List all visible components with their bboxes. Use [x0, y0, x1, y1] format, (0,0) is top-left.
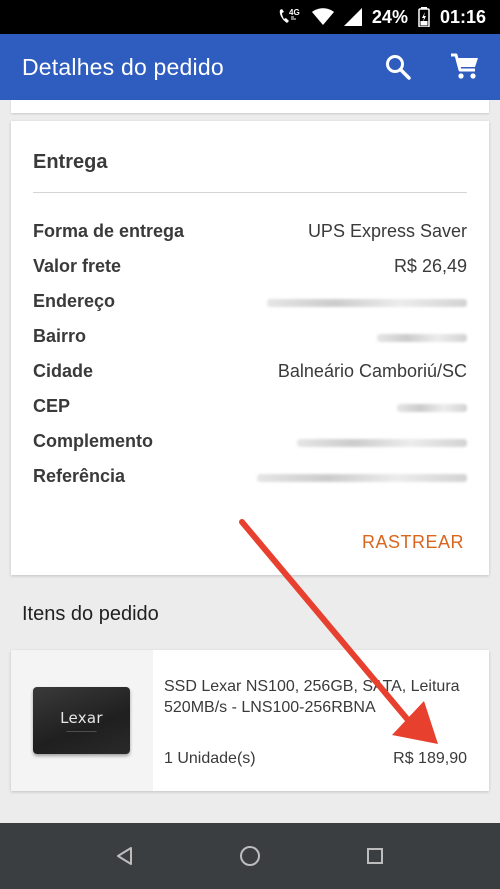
delivery-row-district: Bairro: [33, 322, 467, 350]
recents-button[interactable]: [360, 841, 390, 871]
network-type: 4G: [289, 8, 300, 17]
product-price: R$ 189,90: [393, 750, 467, 767]
ssd-image: Lexar ——————: [33, 687, 130, 754]
delivery-row-city: Cidade Balneário Camboriú/SC: [33, 357, 467, 385]
search-icon: [386, 55, 411, 80]
app-bar: Detalhes do pedido: [0, 34, 500, 100]
battery-percent: 24%: [371, 6, 408, 27]
product-image: Lexar ——————: [11, 650, 153, 791]
delivery-row-reference: Referência: [33, 462, 467, 490]
redacted-value: [297, 431, 467, 452]
search-button[interactable]: [380, 49, 416, 85]
redacted-value: [267, 291, 467, 312]
delivery-row-shipping-cost: Valor frete R$ 26,49: [33, 252, 467, 280]
row-label: Forma de entrega: [33, 220, 185, 241]
status-bar: 4G 24% 01:16: [0, 0, 500, 34]
page-title: Detalhes do pedido: [22, 54, 224, 80]
battery-icon: [418, 7, 430, 27]
row-label: CEP: [33, 395, 71, 416]
row-value: R$ 26,49: [393, 255, 467, 276]
back-icon: [117, 847, 132, 865]
redacted-value: [397, 396, 467, 417]
product-brand: Lexar: [60, 709, 103, 727]
delivery-row-method: Forma de entrega UPS Express Saver: [33, 217, 467, 245]
clock: 01:16: [439, 6, 486, 27]
redacted-value: [257, 466, 467, 487]
product-name: SSD Lexar NS100, 256GB, SATA, Leitura 52…: [164, 678, 460, 716]
home-button[interactable]: [235, 841, 265, 871]
delivery-card: Entrega Forma de entrega UPS Express Sav…: [11, 121, 489, 575]
recents-icon: [367, 848, 383, 864]
wifi-icon: [311, 8, 334, 26]
divider: [33, 192, 467, 193]
row-label: Complemento: [33, 430, 154, 451]
redacted-value: [377, 326, 467, 347]
call-signal-icon: 4G: [276, 7, 302, 27]
delivery-row-complement: Complemento: [33, 427, 467, 455]
delivery-row-address: Endereço: [33, 287, 467, 315]
row-label: Bairro: [33, 325, 87, 346]
row-value: Balneário Camboriú/SC: [277, 360, 467, 381]
row-value: UPS Express Saver: [307, 220, 467, 241]
cart-button[interactable]: [447, 49, 483, 85]
ssd-label-line: ——————: [66, 729, 97, 735]
home-icon: [240, 846, 260, 866]
track-button[interactable]: RASTREAR: [362, 532, 464, 553]
row-label: Referência: [33, 465, 126, 486]
navigation-bar: [0, 823, 500, 889]
delivery-title: Entrega: [33, 151, 108, 173]
row-label: Cidade: [33, 360, 94, 381]
delivery-row-zip: CEP: [33, 392, 467, 420]
cell-signal-icon: [343, 8, 362, 26]
previous-card: [11, 100, 489, 113]
cart-icon: [451, 53, 478, 79]
row-label: Valor frete: [33, 255, 122, 276]
product-quantity: 1 Unidade(s): [164, 750, 256, 767]
row-label: Endereço: [33, 290, 116, 311]
items-title: Itens do pedido: [22, 603, 159, 625]
order-item[interactable]: Lexar —————— SSD Lexar NS100, 256GB, SAT…: [11, 650, 489, 791]
back-button[interactable]: [110, 841, 140, 871]
